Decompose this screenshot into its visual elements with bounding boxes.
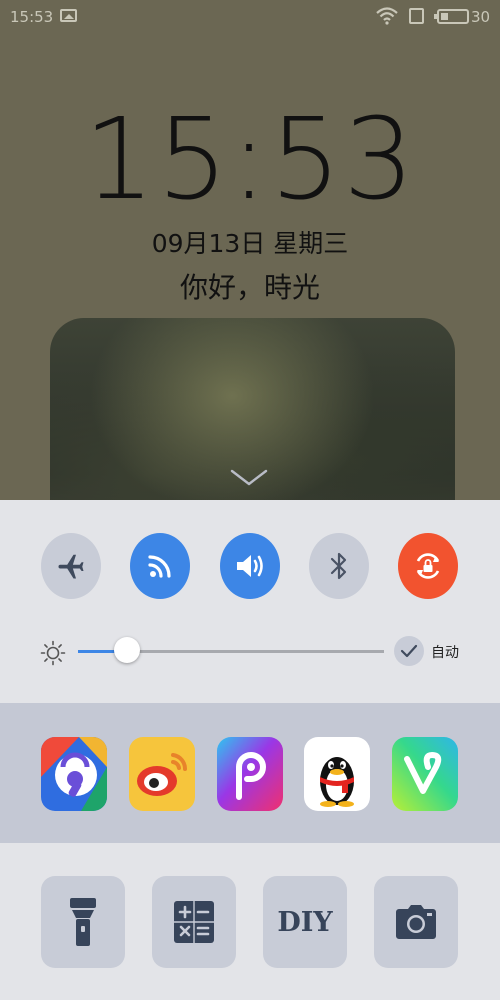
control-panel: 自动 DIY bbox=[0, 500, 500, 1000]
speaker-icon bbox=[237, 555, 263, 577]
wifi-toggle[interactable] bbox=[130, 533, 190, 599]
chevron-down-icon[interactable] bbox=[229, 467, 269, 489]
app-shortcut-row bbox=[0, 703, 500, 843]
tool-shortcut-row: DIY bbox=[0, 843, 500, 1000]
bluetooth-toggle[interactable] bbox=[309, 533, 369, 599]
status-bar: 15:53 30 bbox=[0, 0, 500, 34]
sim-card-icon bbox=[409, 8, 424, 24]
flashlight-icon bbox=[70, 898, 96, 946]
app-lock-icon bbox=[41, 737, 107, 811]
vue-vlog-icon bbox=[392, 737, 458, 811]
battery-percent: 30 bbox=[471, 8, 491, 26]
camera-icon bbox=[396, 905, 436, 939]
qq-penguin-icon bbox=[304, 737, 370, 811]
app-shortcut-picsart[interactable] bbox=[217, 737, 283, 811]
quick-toggles bbox=[0, 533, 500, 601]
wifi-signal-icon bbox=[376, 7, 398, 25]
diy-label: DIY bbox=[277, 906, 333, 938]
calculator-icon bbox=[174, 901, 214, 943]
check-icon bbox=[400, 644, 418, 658]
wifi-icon bbox=[148, 555, 171, 578]
battery-icon bbox=[434, 9, 469, 24]
lockscreen-clock: 15:53 bbox=[83, 95, 417, 225]
brightness-sun-icon bbox=[40, 640, 66, 666]
app-shortcut-weibo[interactable] bbox=[129, 737, 195, 811]
rotation-lock-icon bbox=[416, 553, 440, 579]
app-shortcut-qq[interactable] bbox=[304, 737, 370, 811]
lockscreen-greeting: 你好，時光 bbox=[179, 271, 320, 304]
sound-toggle[interactable] bbox=[220, 533, 280, 599]
rotation-lock-toggle[interactable] bbox=[398, 533, 458, 599]
calculator-button[interactable] bbox=[152, 876, 236, 968]
airplane-icon bbox=[58, 554, 84, 579]
app-shortcut-app-lock[interactable] bbox=[41, 737, 107, 811]
weibo-icon bbox=[129, 737, 195, 811]
picsart-icon bbox=[217, 737, 283, 811]
diy-button[interactable]: DIY bbox=[263, 876, 347, 968]
airplane-toggle[interactable] bbox=[41, 533, 101, 599]
auto-brightness-checkbox[interactable] bbox=[394, 636, 424, 666]
bluetooth-icon bbox=[330, 552, 347, 580]
lockscreen-date: 09月13日 星期三 bbox=[151, 229, 349, 258]
brightness-row: 自动 bbox=[0, 634, 500, 670]
image-notification-icon bbox=[60, 9, 77, 22]
auto-brightness-label: 自动 bbox=[431, 645, 459, 661]
brightness-slider-knob[interactable] bbox=[114, 637, 140, 663]
status-time: 15:53 bbox=[10, 8, 54, 26]
camera-button[interactable] bbox=[374, 876, 458, 968]
flashlight-button[interactable] bbox=[41, 876, 125, 968]
app-shortcut-vue[interactable] bbox=[392, 737, 458, 811]
